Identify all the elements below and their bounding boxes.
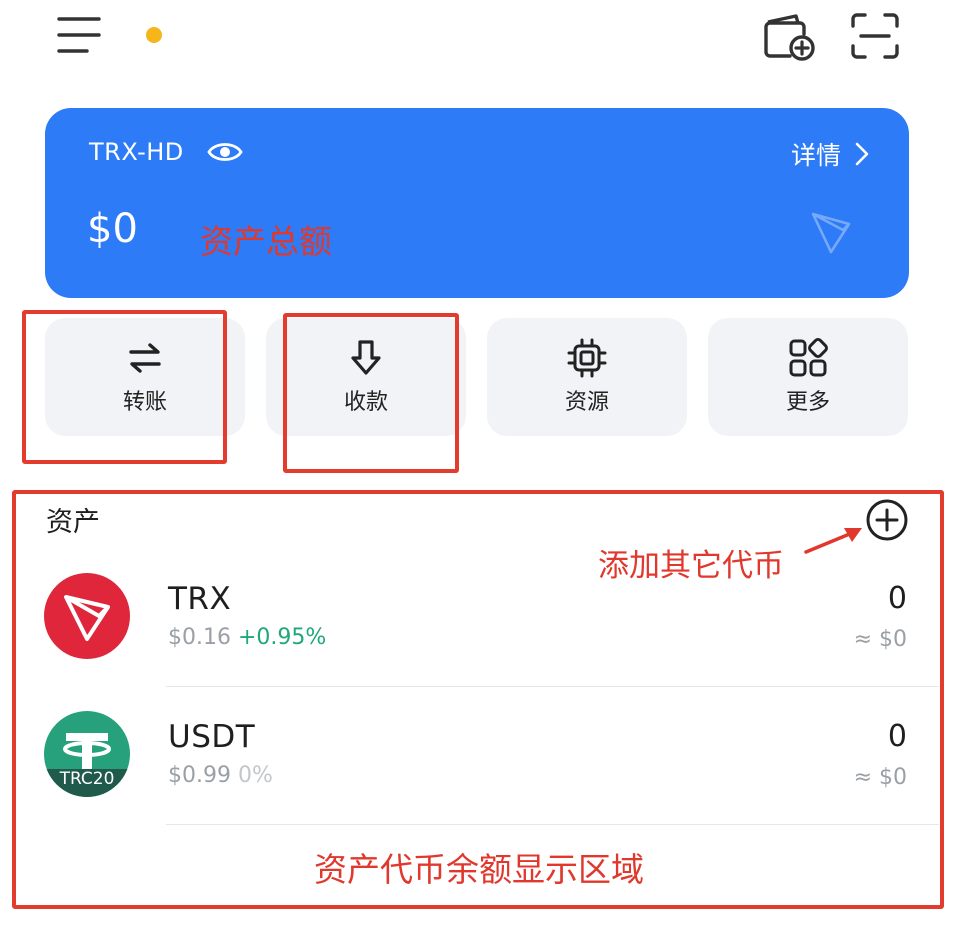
- wallet-card[interactable]: TRX-HD 详情 $0: [45, 108, 909, 298]
- details-label: 详情: [790, 141, 841, 170]
- annotation-box-receive: [283, 313, 459, 473]
- more-label: 更多: [785, 390, 830, 415]
- more-button[interactable]: 更多: [708, 318, 908, 436]
- wallet-name: TRX-HD: [89, 138, 184, 166]
- tron-logo-icon: [811, 212, 851, 254]
- total-balance: $0: [87, 206, 138, 252]
- annotation-total-assets: 资产总额: [200, 222, 332, 261]
- annotation-add-token: 添加其它代币: [598, 548, 784, 584]
- resources-label: 资源: [564, 390, 609, 415]
- eye-icon[interactable]: [207, 139, 243, 165]
- annotation-balance-area: 资产代币余额显示区域: [314, 850, 644, 889]
- add-wallet-icon[interactable]: [760, 12, 816, 62]
- annotation-arrow-icon: [804, 528, 862, 554]
- details-link[interactable]: 详情: [791, 136, 869, 172]
- notification-dot: [146, 27, 162, 43]
- menu-icon[interactable]: [56, 14, 102, 56]
- grid-icon: [789, 338, 828, 377]
- scan-icon[interactable]: [850, 12, 900, 60]
- resources-button[interactable]: 资源: [487, 318, 687, 436]
- chevron-right-icon: [855, 142, 869, 166]
- chip-icon: [567, 338, 607, 378]
- annotation-box-transfer: [22, 310, 227, 464]
